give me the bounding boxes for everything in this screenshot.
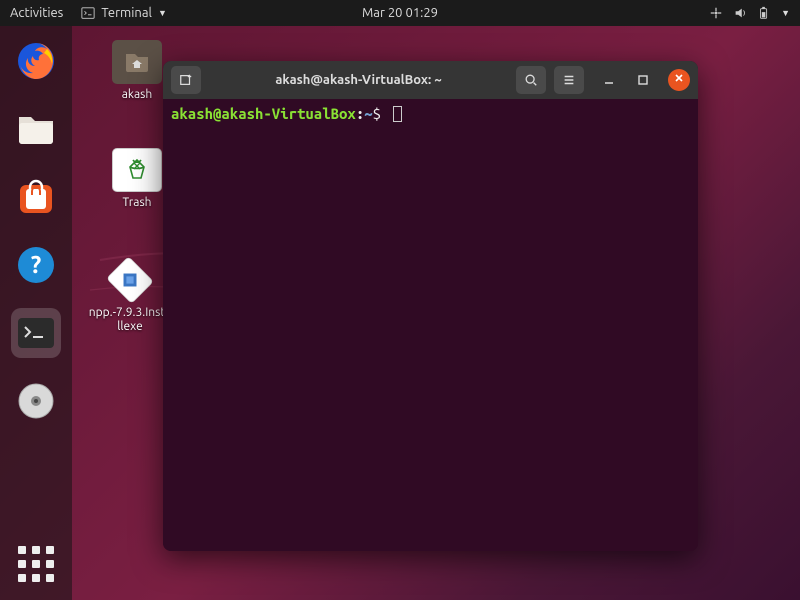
maximize-icon bbox=[637, 74, 649, 86]
close-button[interactable] bbox=[668, 69, 690, 91]
show-applications-button[interactable] bbox=[18, 546, 54, 582]
search-button[interactable] bbox=[516, 66, 546, 94]
new-tab-icon bbox=[179, 73, 193, 87]
chevron-down-icon: ▼ bbox=[158, 8, 167, 18]
maximize-button[interactable] bbox=[634, 71, 652, 89]
terminal-window: akash@akash-VirtualBox: ~ akash@akash-Vi… bbox=[163, 61, 698, 551]
installer-icon bbox=[119, 269, 141, 291]
terminal-icon bbox=[81, 6, 95, 20]
dock-software[interactable] bbox=[11, 172, 61, 222]
dock-help[interactable]: ? bbox=[11, 240, 61, 290]
minimize-icon bbox=[603, 74, 615, 86]
window-titlebar[interactable]: akash@akash-VirtualBox: ~ bbox=[163, 61, 698, 99]
app-menu-label: Terminal bbox=[101, 6, 152, 20]
firefox-icon bbox=[15, 40, 57, 82]
shopping-bag-icon bbox=[16, 177, 56, 217]
svg-text:?: ? bbox=[31, 251, 42, 278]
activities-button[interactable]: Activities bbox=[10, 6, 63, 20]
terminal-cursor bbox=[393, 106, 402, 122]
folder-icon bbox=[16, 111, 56, 147]
network-icon[interactable] bbox=[709, 6, 723, 20]
terminal-app-icon bbox=[16, 316, 56, 350]
prompt-path: ~ bbox=[364, 105, 372, 122]
window-title: akash@akash-VirtualBox: ~ bbox=[209, 73, 508, 87]
dock: ? bbox=[0, 26, 72, 600]
volume-icon[interactable] bbox=[733, 6, 747, 20]
prompt-separator: : bbox=[356, 105, 364, 122]
close-icon bbox=[673, 72, 685, 84]
top-bar: Activities Terminal ▼ Mar 20 01:29 ▼ bbox=[0, 0, 800, 26]
prompt-symbol: $ bbox=[373, 105, 381, 122]
hamburger-icon bbox=[562, 73, 576, 87]
minimize-button[interactable] bbox=[600, 71, 618, 89]
home-folder-icon bbox=[124, 51, 150, 73]
dock-firefox[interactable] bbox=[11, 36, 61, 86]
app-menu[interactable]: Terminal ▼ bbox=[81, 6, 167, 20]
search-icon bbox=[524, 73, 538, 87]
dock-terminal[interactable] bbox=[11, 308, 61, 358]
disc-icon bbox=[16, 381, 56, 421]
trash-icon bbox=[126, 157, 148, 183]
clock[interactable]: Mar 20 01:29 bbox=[362, 6, 438, 20]
system-menu-chevron-icon[interactable]: ▼ bbox=[781, 8, 790, 18]
terminal-body[interactable]: akash@akash-VirtualBox:~$ bbox=[163, 99, 698, 551]
help-icon: ? bbox=[16, 245, 56, 285]
desktop-icon-label: npp.-7.9.3.Installexe bbox=[88, 306, 172, 334]
desktop-icon-npp[interactable]: npp.-7.9.3.Installexe bbox=[88, 258, 172, 334]
dock-disc[interactable] bbox=[11, 376, 61, 426]
new-tab-button[interactable] bbox=[171, 66, 201, 94]
prompt-user: akash@akash-VirtualBox bbox=[171, 105, 356, 122]
dock-files[interactable] bbox=[11, 104, 61, 154]
menu-button[interactable] bbox=[554, 66, 584, 94]
battery-icon[interactable] bbox=[757, 6, 771, 20]
